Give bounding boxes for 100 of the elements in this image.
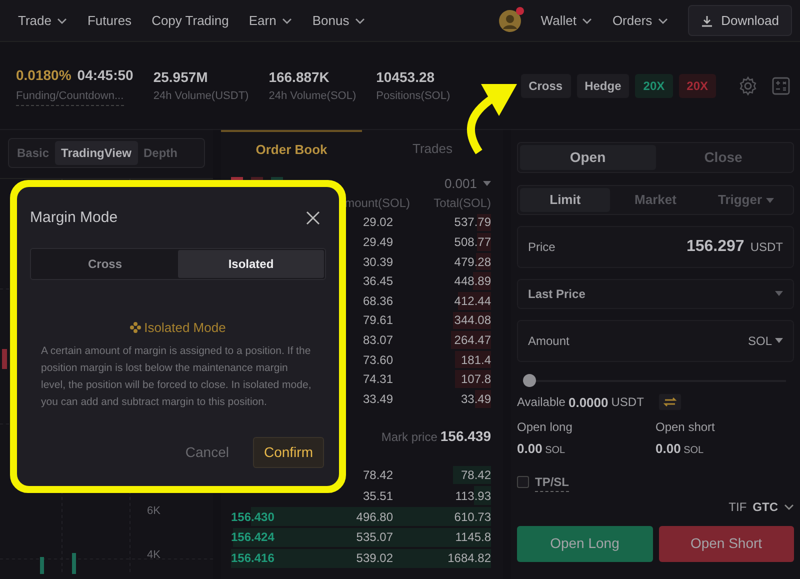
modal-title: Margin Mode bbox=[30, 208, 118, 228]
available-label: Available bbox=[517, 394, 566, 412]
confirm-button[interactable]: Confirm bbox=[252, 437, 324, 468]
position-unit: SOL bbox=[682, 445, 704, 456]
available-unit: USDT bbox=[611, 394, 644, 412]
chevron-down-icon bbox=[658, 18, 668, 24]
close-icon[interactable] bbox=[306, 211, 320, 226]
nav-link[interactable]: Copy Trading bbox=[152, 10, 229, 30]
calculator-icon[interactable] bbox=[772, 76, 790, 94]
countdown: 04:45:50 bbox=[77, 66, 134, 86]
settings-icon[interactable] bbox=[738, 76, 758, 96]
stat-label: 24h Volume(USDT) bbox=[153, 88, 249, 104]
total-cell: 344.08 bbox=[454, 313, 491, 328]
avatar[interactable] bbox=[498, 10, 521, 32]
amount-field[interactable]: Amount SOL bbox=[517, 320, 794, 362]
amount-cell: 35.51 bbox=[362, 488, 393, 503]
amount-cell: 74.31 bbox=[362, 372, 393, 386]
swap-icon[interactable] bbox=[658, 394, 681, 410]
column-header: mount(SOL) bbox=[344, 196, 410, 210]
side-tab[interactable]: Open bbox=[520, 145, 656, 170]
total-cell: 537.79 bbox=[454, 215, 491, 230]
stat-label: 24h Volume(SOL) bbox=[268, 88, 356, 104]
tpsl-label[interactable]: TP/SL bbox=[535, 472, 570, 492]
amount-cell: 29.49 bbox=[362, 234, 393, 249]
amount-cell: 29.02 bbox=[362, 215, 393, 230]
stat-value: 10453.28 bbox=[376, 68, 436, 87]
nav-link[interactable]: Futures bbox=[87, 10, 132, 30]
caret-down-icon bbox=[775, 338, 783, 343]
chart-tab[interactable]: TradingView bbox=[55, 141, 138, 165]
position-label: Open long bbox=[517, 419, 574, 436]
amount-cell: 73.60 bbox=[362, 352, 393, 367]
mode-button[interactable]: Cross bbox=[520, 74, 571, 98]
amount-cell: 539.02 bbox=[356, 551, 393, 566]
chevron-down-icon bbox=[57, 18, 68, 24]
stat-label: Positions(SOL) bbox=[376, 88, 452, 104]
tif-label: TIF bbox=[728, 498, 747, 516]
margin-mode-option[interactable]: Cross bbox=[32, 250, 178, 278]
funding-rate: 0.0180% bbox=[16, 66, 72, 86]
chevron-down-icon bbox=[355, 18, 366, 24]
amount-cell: 535.07 bbox=[356, 530, 393, 544]
total-cell: 1145.8 bbox=[455, 530, 491, 544]
slider-thumb[interactable] bbox=[523, 374, 536, 386]
mode-button[interactable]: 20X bbox=[635, 74, 673, 98]
nav-menu[interactable]: Orders bbox=[612, 10, 668, 30]
total-cell: 448.89 bbox=[454, 274, 491, 288]
nav-link[interactable]: Bonus bbox=[312, 10, 366, 30]
caret-down-icon bbox=[775, 291, 783, 296]
total-cell: 107.8 bbox=[460, 372, 491, 386]
chevron-down-icon bbox=[582, 18, 592, 24]
margin-mode-option[interactable]: Isolated bbox=[178, 250, 324, 278]
price-cell: 156.424 bbox=[231, 530, 274, 544]
order-book-tab[interactable]: Order Book bbox=[221, 130, 362, 168]
flower-icon bbox=[130, 322, 142, 333]
mark-price-label: Mark price bbox=[381, 428, 438, 446]
column-header: Total(SOL) bbox=[434, 196, 491, 210]
position-value: 0.00 bbox=[656, 441, 681, 456]
amount-cell: 78.42 bbox=[362, 468, 393, 482]
nav-link[interactable]: Earn bbox=[248, 10, 292, 30]
total-cell: 508.77 bbox=[454, 234, 491, 249]
amount-cell: 83.07 bbox=[362, 332, 393, 347]
total-cell: 412.44 bbox=[454, 294, 491, 308]
stat-value: 166.887K bbox=[268, 68, 330, 87]
stat-value: 25.957M bbox=[153, 68, 209, 87]
nav-menu[interactable]: Wallet bbox=[540, 10, 592, 30]
total-cell: 1684.82 bbox=[448, 551, 491, 566]
price-field[interactable]: Price 156.297 USDT bbox=[517, 226, 794, 268]
position-label: Open short bbox=[656, 419, 716, 436]
amount-cell: 33.49 bbox=[362, 392, 393, 406]
caret-down-icon bbox=[483, 180, 491, 186]
download-icon bbox=[701, 14, 714, 26]
position-value: 0.00 bbox=[517, 441, 542, 456]
download-button[interactable]: Download bbox=[688, 4, 792, 36]
total-cell: 264.47 bbox=[454, 332, 491, 347]
price-cell: 156.430 bbox=[231, 510, 274, 524]
amount-cell: 68.36 bbox=[362, 294, 393, 308]
amount-cell: 496.80 bbox=[356, 510, 393, 524]
total-cell: 610.73 bbox=[454, 510, 491, 524]
amount-cell: 36.45 bbox=[362, 274, 393, 288]
position-unit: SOL bbox=[544, 445, 566, 456]
tpsl-checkbox[interactable] bbox=[517, 476, 529, 488]
total-cell: 78.42 bbox=[460, 468, 491, 482]
chevron-down-icon bbox=[784, 504, 794, 510]
amount-cell: 30.39 bbox=[362, 254, 393, 269]
nav-link[interactable]: Trade bbox=[18, 10, 68, 30]
mark-price: 156.439 bbox=[440, 427, 491, 446]
mode-button[interactable]: Hedge bbox=[576, 74, 630, 98]
axis-label: 4K bbox=[147, 548, 160, 563]
price-cell: 156.416 bbox=[231, 551, 274, 566]
chevron-down-icon bbox=[282, 18, 292, 24]
order-button[interactable]: Open Short bbox=[658, 526, 794, 562]
available-value: 0.0000 bbox=[568, 394, 608, 412]
order-type-tab[interactable]: Limit bbox=[520, 188, 610, 212]
caret-down-icon bbox=[766, 198, 774, 204]
price-type-select[interactable]: Last Price bbox=[517, 278, 794, 308]
amount-cell: 79.61 bbox=[362, 313, 393, 328]
total-cell: 113.93 bbox=[455, 488, 491, 503]
total-cell: 33.49 bbox=[460, 392, 491, 406]
total-cell: 479.28 bbox=[454, 254, 491, 269]
total-cell: 181.4 bbox=[460, 352, 491, 367]
tif-select[interactable]: GTC bbox=[752, 498, 794, 516]
